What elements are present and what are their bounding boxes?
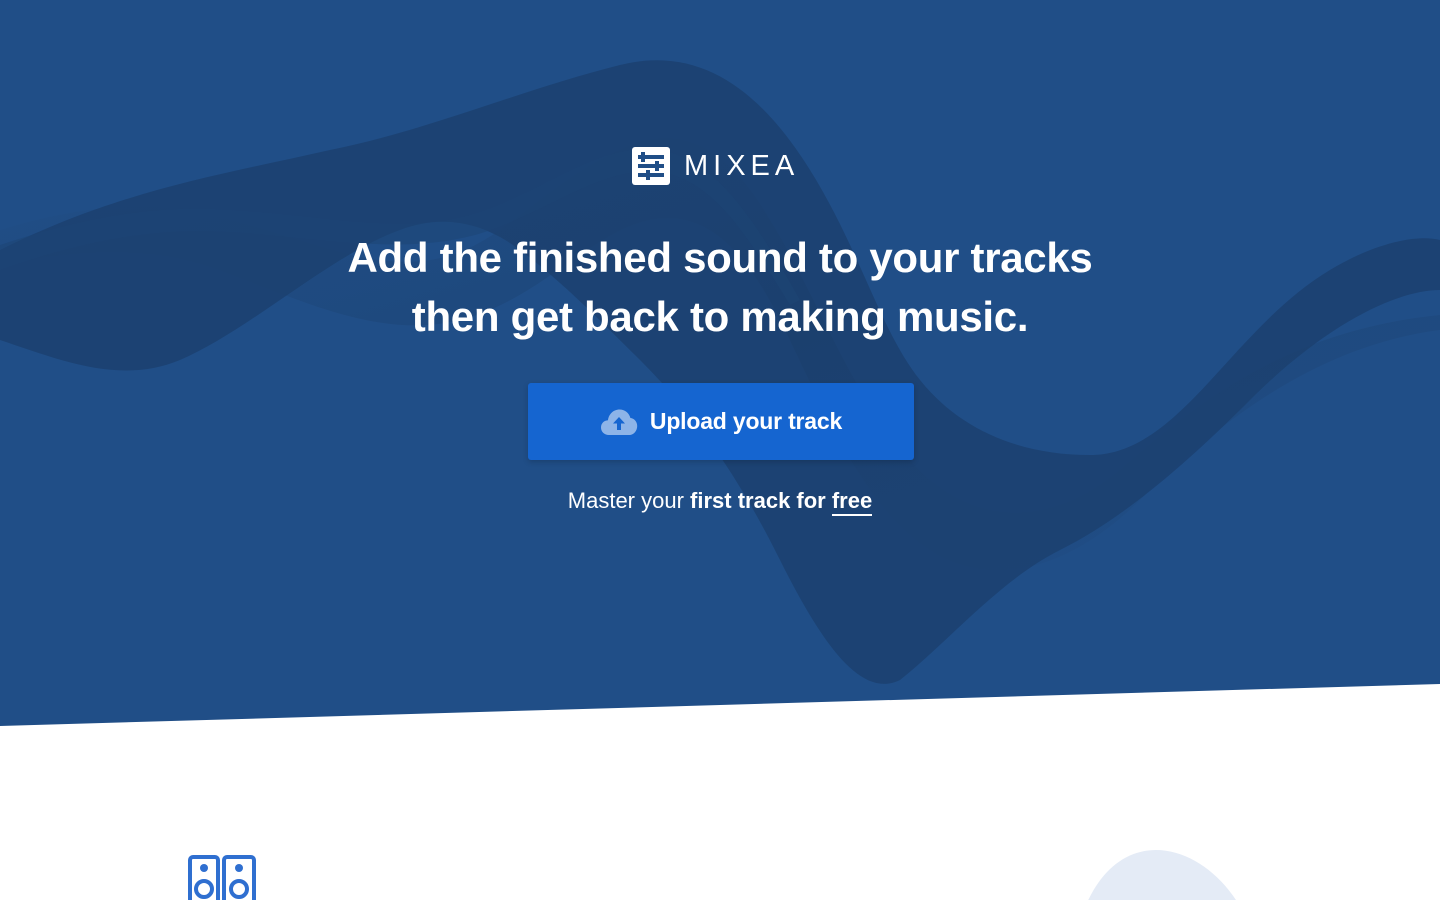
hero-headline: Add the finished sound to your tracks th… <box>0 228 1440 346</box>
brand-name: MIXEA <box>684 150 800 182</box>
hero-section: MIXEA Add the finished sound to your tra… <box>0 0 1440 730</box>
brand-logo[interactable]: MIXEA <box>632 146 799 186</box>
free-offer-part-2: first track for <box>690 488 832 513</box>
free-link[interactable]: free <box>831 488 873 516</box>
upload-track-button[interactable]: Upload your track <box>528 383 914 460</box>
headline-line-2: then get back to making music. <box>411 293 1029 340</box>
mixer-sliders-icon <box>632 147 670 185</box>
upload-track-label: Upload your track <box>649 408 843 434</box>
hero-content: MIXEA Add the finished sound to your tra… <box>0 0 1440 730</box>
free-offer-text: Master your first track for free <box>0 485 1440 517</box>
free-offer-part-1: Master your <box>567 488 691 513</box>
decorative-blob <box>1088 850 1236 900</box>
speakers-icon <box>188 855 256 900</box>
headline-line-1: Add the finished sound to your tracks <box>347 234 1093 281</box>
cloud-upload-icon <box>600 409 638 435</box>
landing-page: MIXEA Add the finished sound to your tra… <box>0 0 1440 900</box>
